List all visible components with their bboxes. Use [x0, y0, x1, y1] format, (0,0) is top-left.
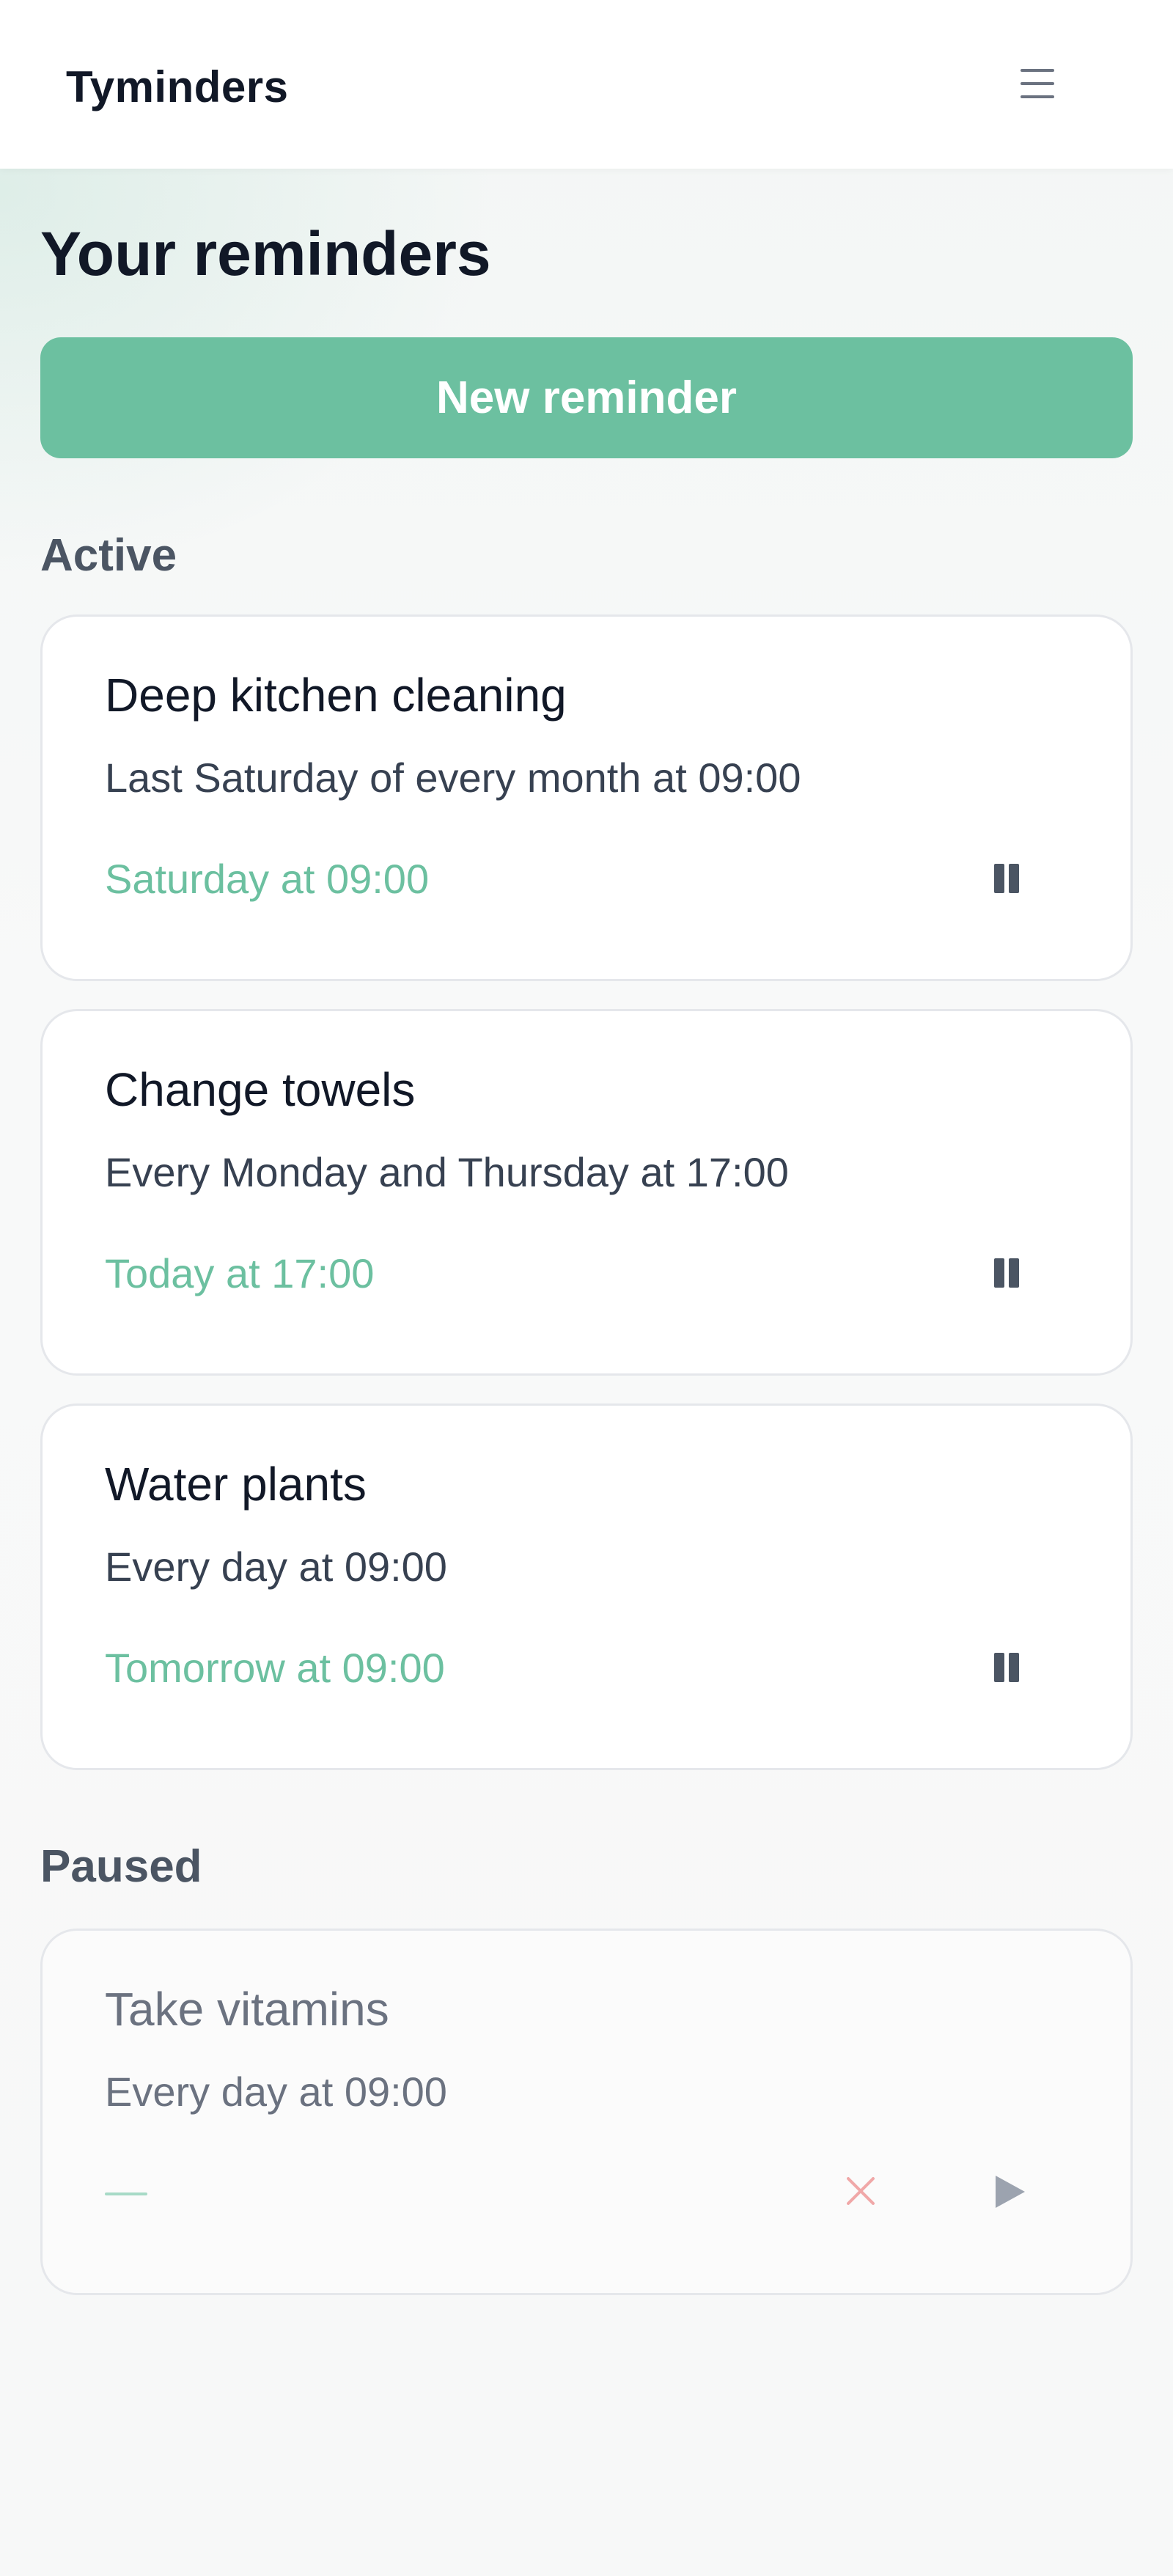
menu-bar [1021, 82, 1054, 85]
pause-bar [1009, 1258, 1019, 1288]
page-title: Your reminders [40, 219, 491, 288]
section-label-active: Active [40, 530, 177, 581]
app-brand[interactable]: Tyminders [66, 62, 288, 112]
reminder-next-run: Saturday at 09:00 [105, 856, 430, 902]
reminder-title: Deep kitchen cleaning [105, 669, 567, 722]
pause-icon[interactable] [981, 1248, 1032, 1299]
play-triangle [996, 2176, 1025, 2208]
close-icon[interactable] [834, 2165, 886, 2217]
next-run-empty-dash [105, 2192, 147, 2195]
reminder-card-paused[interactable]: Take vitamins Every day at 09:00 [40, 1929, 1133, 2295]
reminder-next-run: Tomorrow at 09:00 [105, 1645, 445, 1691]
reminder-schedule: Every day at 09:00 [105, 2069, 447, 2115]
reminder-schedule: Every Monday and Thursday at 17:00 [105, 1149, 789, 1195]
pause-bar [994, 1258, 1004, 1288]
section-label-paused: Paused [40, 1841, 202, 1892]
reminder-title: Change towels [105, 1063, 416, 1116]
play-icon[interactable] [981, 2165, 1032, 2217]
reminder-card[interactable]: Change towels Every Monday and Thursday … [40, 1009, 1133, 1376]
pause-bar [994, 864, 1004, 893]
reminder-schedule: Last Saturday of every month at 09:00 [105, 755, 801, 801]
pause-bar [994, 1653, 1004, 1682]
reminder-title: Take vitamins [105, 1983, 389, 2036]
reminder-next-run: Today at 17:00 [105, 1250, 375, 1296]
reminder-card[interactable]: Water plants Every day at 09:00 Tomorrow… [40, 1403, 1133, 1770]
pause-icon[interactable] [981, 1643, 1032, 1694]
pause-bar [1009, 1653, 1019, 1682]
pause-bar [1009, 864, 1019, 893]
hamburger-menu-icon[interactable] [1016, 63, 1060, 107]
reminder-card[interactable]: Deep kitchen cleaning Last Saturday of e… [40, 614, 1133, 981]
menu-bar [1021, 69, 1054, 72]
reminder-title: Water plants [105, 1458, 367, 1511]
app-header: Tyminders [0, 0, 1173, 169]
new-reminder-button[interactable]: New reminder [40, 337, 1133, 458]
pause-icon[interactable] [981, 854, 1032, 905]
reminder-schedule: Every day at 09:00 [105, 1544, 447, 1590]
menu-bar [1021, 95, 1054, 98]
